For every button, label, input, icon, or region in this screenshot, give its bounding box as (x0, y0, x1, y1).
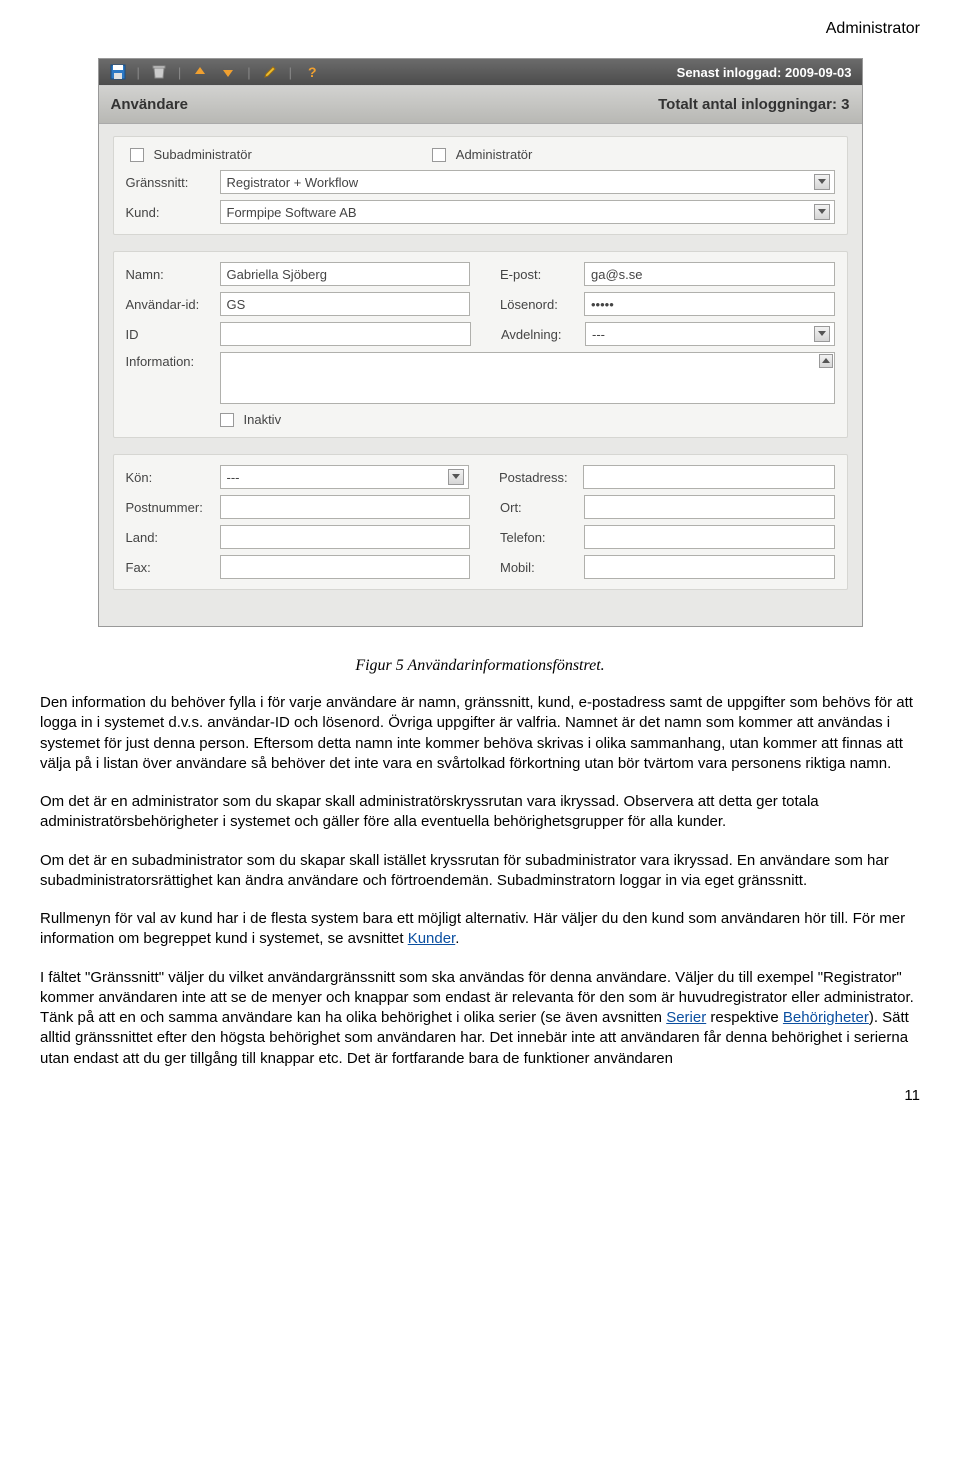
telefon-label: Telefon: (500, 530, 578, 545)
down-arrow-icon[interactable] (219, 63, 237, 81)
edit-icon[interactable] (261, 63, 279, 81)
svg-text:?: ? (308, 65, 317, 79)
granssnitt-label: Gränssnitt: (126, 175, 214, 190)
title-left: Användare (111, 96, 189, 113)
figure-caption: Figur 5 Användarinformationsfönstret. (40, 657, 920, 675)
chevron-down-icon[interactable] (814, 204, 830, 220)
paragraph-4: Rullmenyn för val av kund har i de flest… (40, 909, 920, 950)
kon-label: Kön: (126, 470, 214, 485)
window-title-bar: Användare Totalt antal inloggningar: 3 (99, 85, 862, 124)
namn-input[interactable]: Gabriella Sjöberg (220, 262, 471, 286)
namn-label: Namn: (126, 267, 214, 282)
kund-label: Kund: (126, 205, 214, 220)
login-count: Totalt antal inloggningar: 3 (658, 96, 849, 113)
window-toolbar: | | | | ? Senast inloggad: 2009-09-03 (99, 59, 862, 85)
kund-select[interactable]: Formpipe Software AB (220, 200, 835, 224)
paragraph-5: I fältet "Gränssnitt" väljer du vilket a… (40, 968, 920, 1069)
page-number: 11 (40, 1087, 920, 1104)
kund-value: Formpipe Software AB (227, 205, 357, 220)
paragraph-3: Om det är en subadministrator som du ska… (40, 851, 920, 892)
section-identity: Namn: Gabriella Sjöberg E-post: ga@s.se … (113, 251, 848, 438)
user-info-window: | | | | ? Senast inloggad: 2009-09-03 An… (98, 58, 863, 627)
section-contact: Kön: --- Postadress: Postnummer: Ort: La… (113, 454, 848, 590)
inaktiv-checkbox[interactable]: Inaktiv (220, 412, 282, 427)
admin-label: Administratör (456, 147, 533, 162)
paragraph-2: Om det är en administrator som du skapar… (40, 792, 920, 833)
chevron-down-icon[interactable] (448, 469, 464, 485)
up-arrow-icon[interactable] (191, 63, 209, 81)
mobil-input[interactable] (584, 555, 835, 579)
header-label: Administrator (40, 20, 920, 38)
postnummer-label: Postnummer: (126, 500, 214, 515)
section-roles: Subadministratör Administratör Gränssnit… (113, 136, 848, 235)
avdelning-label: Avdelning: (501, 327, 579, 342)
last-login-status: Senast inloggad: 2009-09-03 (677, 65, 852, 80)
link-serier[interactable]: Serier (666, 1009, 706, 1026)
fax-label: Fax: (126, 560, 214, 575)
scroll-up-icon[interactable] (819, 354, 833, 368)
kon-value: --- (227, 470, 240, 485)
help-icon[interactable]: ? (302, 63, 320, 81)
chevron-down-icon[interactable] (814, 326, 830, 342)
kon-select[interactable]: --- (220, 465, 470, 489)
fax-input[interactable] (220, 555, 471, 579)
ort-input[interactable] (584, 495, 835, 519)
anvid-label: Användar-id: (126, 297, 214, 312)
info-label: Information: (126, 352, 214, 369)
granssnitt-select[interactable]: Registrator + Workflow (220, 170, 835, 194)
link-kunder[interactable]: Kunder (408, 930, 456, 947)
info-textarea[interactable] (220, 352, 835, 404)
paragraph-1: Den information du behöver fylla i för v… (40, 693, 920, 774)
id-input[interactable] (220, 322, 472, 346)
epost-input[interactable]: ga@s.se (584, 262, 835, 286)
id-label: ID (126, 327, 214, 342)
land-input[interactable] (220, 525, 471, 549)
avdelning-value: --- (592, 327, 605, 342)
body-text: Den information du behöver fylla i för v… (40, 693, 920, 1069)
admin-checkbox[interactable]: Administratör (432, 147, 533, 162)
subadmin-label: Subadministratör (154, 147, 252, 162)
granssnitt-value: Registrator + Workflow (227, 175, 359, 190)
losenord-input[interactable]: ••••• (584, 292, 835, 316)
avdelning-select[interactable]: --- (585, 322, 835, 346)
mobil-label: Mobil: (500, 560, 578, 575)
losenord-label: Lösenord: (500, 297, 578, 312)
chevron-down-icon[interactable] (814, 174, 830, 190)
subadmin-checkbox[interactable]: Subadministratör (130, 147, 252, 162)
link-behorigheter[interactable]: Behörigheter (783, 1009, 869, 1026)
postnummer-input[interactable] (220, 495, 471, 519)
land-label: Land: (126, 530, 214, 545)
ort-label: Ort: (500, 500, 578, 515)
delete-icon[interactable] (150, 63, 168, 81)
telefon-input[interactable] (584, 525, 835, 549)
save-icon[interactable] (109, 63, 127, 81)
anvid-input[interactable]: GS (220, 292, 471, 316)
postadress-label: Postadress: (499, 470, 577, 485)
inaktiv-label: Inaktiv (244, 412, 282, 427)
epost-label: E-post: (500, 267, 578, 282)
postadress-input[interactable] (583, 465, 835, 489)
